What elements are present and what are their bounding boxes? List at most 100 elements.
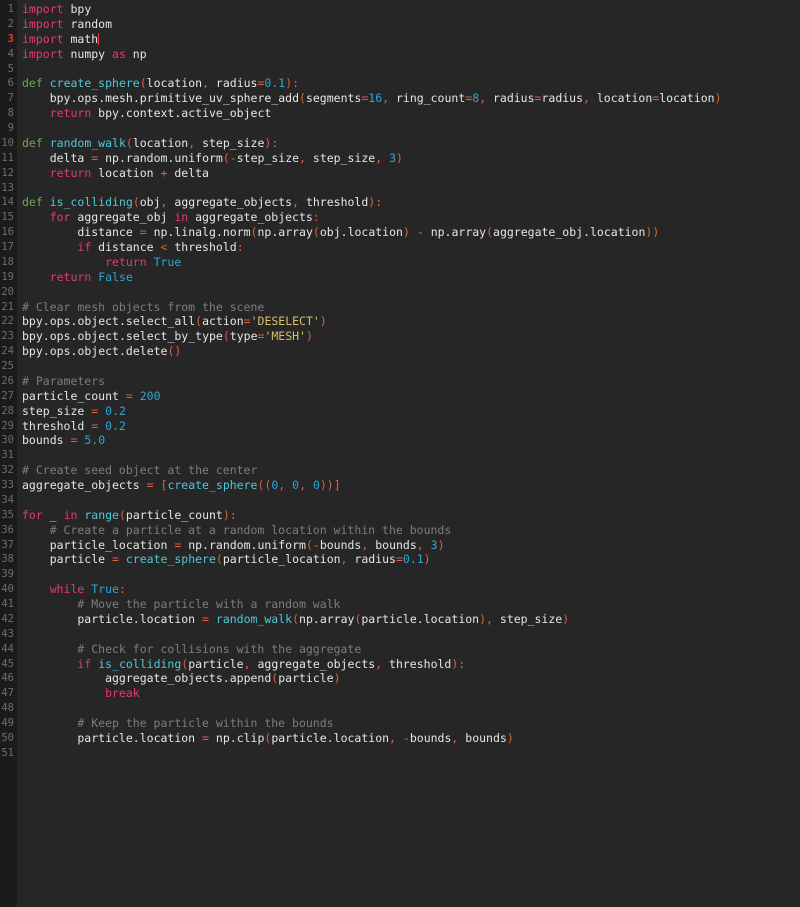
- code-editor[interactable]: 1 import bpy 2 import random 3 import math 4 im…: [0, 0, 800, 907]
- code-line[interactable]: 1 import bpy: [0, 2, 800, 17]
- line-content[interactable]: aggregate_objects = [create_sphere((0, 0…: [17, 478, 800, 493]
- code-line[interactable]: 35 for _ in range(particle_count):: [0, 507, 800, 523]
- line-content[interactable]: # Clear mesh objects from the scene: [17, 300, 800, 315]
- code-line[interactable]: 22 bpy.ops.object.select_all(action='DESE…: [0, 314, 800, 330]
- line-content[interactable]: # Parameters: [17, 374, 800, 389]
- code-line[interactable]: 40 while True:: [0, 582, 800, 597]
- code-line[interactable]: 9: [0, 121, 800, 136]
- code-line[interactable]: 21 # Clear mesh objects from the scene: [0, 299, 800, 315]
- line-content[interactable]: while True:: [17, 582, 800, 597]
- line-content[interactable]: [17, 448, 800, 463]
- code-line[interactable]: 5: [0, 61, 800, 77]
- code-line[interactable]: 37 particle_location = np.random.uniform…: [0, 537, 800, 553]
- code-line[interactable]: 29 threshold = 0.2: [0, 418, 800, 434]
- line-content[interactable]: [17, 493, 800, 508]
- line-content[interactable]: threshold = 0.2: [17, 419, 800, 434]
- line-content[interactable]: return bpy.context.active_object: [17, 106, 800, 121]
- code-line[interactable]: 28 step_size = 0.2: [0, 403, 800, 419]
- code-line[interactable]: 32 # Create seed object at the center: [0, 463, 800, 478]
- code-line[interactable]: 20: [0, 284, 800, 300]
- code-line[interactable]: 10 def random_walk(location, step_size):: [0, 135, 800, 151]
- line-content[interactable]: def random_walk(location, step_size):: [17, 136, 800, 151]
- code-line[interactable]: 23 bpy.ops.object.select_by_type(type='ME…: [0, 329, 800, 345]
- line-content[interactable]: particle.location = random_walk(np.array…: [17, 612, 800, 627]
- code-line[interactable]: 34: [0, 492, 800, 508]
- line-content[interactable]: return False: [17, 270, 800, 285]
- line-content[interactable]: import math: [17, 32, 800, 47]
- line-content[interactable]: bpy.ops.mesh.primitive_uv_sphere_add(seg…: [17, 91, 800, 106]
- code-line[interactable]: 43: [0, 626, 800, 642]
- code-line[interactable]: 27 particle_count = 200: [0, 388, 800, 404]
- line-content[interactable]: particle_location = np.random.uniform(-b…: [17, 538, 800, 553]
- code-line[interactable]: 44 # Check for collisions with the aggre…: [0, 641, 800, 657]
- line-content[interactable]: [17, 285, 800, 300]
- line-content[interactable]: aggregate_objects.append(particle): [17, 671, 800, 686]
- code-line[interactable]: 14 def is_colliding(obj, aggregate_object…: [0, 195, 800, 211]
- line-content[interactable]: [17, 181, 800, 196]
- line-content[interactable]: for aggregate_obj in aggregate_objects:: [17, 210, 800, 225]
- line-content[interactable]: [17, 627, 800, 642]
- code-line[interactable]: 17 if distance < threshold:: [0, 240, 800, 255]
- line-content[interactable]: delta = np.random.uniform(-step_size, st…: [17, 151, 800, 166]
- code-line[interactable]: 51: [0, 745, 800, 761]
- line-content[interactable]: if distance < threshold:: [17, 240, 800, 255]
- code-line[interactable]: 3 import math: [0, 31, 800, 47]
- code-line[interactable]: 12 return location + delta: [0, 165, 800, 181]
- line-content[interactable]: particle_count = 200: [17, 389, 800, 404]
- code-line[interactable]: 19 return False: [0, 269, 800, 285]
- line-content[interactable]: particle.location = np.clip(particle.loc…: [17, 731, 800, 746]
- line-content[interactable]: return True: [17, 255, 800, 270]
- code-line[interactable]: 48: [0, 701, 800, 716]
- line-content[interactable]: [17, 359, 800, 374]
- code-line[interactable]: 6 def create_sphere(location, radius=0.1)…: [0, 76, 800, 92]
- code-line[interactable]: 39: [0, 567, 800, 583]
- code-line[interactable]: 24 bpy.ops.object.delete(): [0, 344, 800, 359]
- code-line[interactable]: 46 aggregate_objects.append(particle): [0, 671, 800, 687]
- line-content[interactable]: step_size = 0.2: [17, 404, 800, 419]
- line-content[interactable]: [17, 746, 800, 761]
- code-line[interactable]: 7 bpy.ops.mesh.primitive_uv_sphere_add(s…: [0, 91, 800, 107]
- line-content[interactable]: import random: [17, 17, 800, 32]
- line-content[interactable]: # Keep the particle within the bounds: [17, 716, 800, 731]
- code-line[interactable]: 18 return True: [0, 254, 800, 270]
- line-content[interactable]: [17, 701, 800, 716]
- code-line[interactable]: 13: [0, 180, 800, 196]
- line-content[interactable]: import numpy as np: [17, 47, 800, 62]
- code-line[interactable]: 31: [0, 448, 800, 464]
- line-content[interactable]: bpy.ops.object.select_all(action='DESELE…: [17, 314, 800, 329]
- code-line[interactable]: 26 # Parameters: [0, 373, 800, 389]
- code-line[interactable]: 33 aggregate_objects = [create_sphere((0,…: [0, 478, 800, 493]
- line-content[interactable]: [17, 567, 800, 582]
- line-content[interactable]: [17, 62, 800, 77]
- code-line[interactable]: 30 bounds = 5.0: [0, 433, 800, 449]
- line-content[interactable]: distance = np.linalg.norm(np.array(obj.l…: [17, 225, 800, 240]
- line-content[interactable]: def is_colliding(obj, aggregate_objects,…: [17, 195, 800, 210]
- code-line[interactable]: 8 return bpy.context.active_object: [0, 106, 800, 121]
- line-content[interactable]: import bpy: [17, 2, 800, 17]
- code-line[interactable]: 38 particle = create_sphere(particle_loc…: [0, 552, 800, 568]
- line-content[interactable]: particle = create_sphere(particle_locati…: [17, 552, 800, 567]
- line-content[interactable]: bounds = 5.0: [17, 433, 800, 448]
- code-line[interactable]: 45 if is_colliding(particle, aggregate_o…: [0, 656, 800, 672]
- line-content[interactable]: # Check for collisions with the aggregat…: [17, 642, 800, 657]
- code-line[interactable]: 16 distance = np.linalg.norm(np.array(ob…: [0, 225, 800, 240]
- code-line[interactable]: 25: [0, 359, 800, 374]
- code-line[interactable]: 41 # Move the particle with a random wal…: [0, 597, 800, 612]
- code-line[interactable]: 36 # Create a particle at a random locat…: [0, 522, 800, 538]
- code-line[interactable]: 15 for aggregate_obj in aggregate_object…: [0, 210, 800, 226]
- line-content[interactable]: bpy.ops.object.delete(): [17, 344, 800, 359]
- code-line[interactable]: 49 # Keep the particle within the bounds: [0, 716, 800, 731]
- line-content[interactable]: [17, 121, 800, 136]
- line-content[interactable]: bpy.ops.object.select_by_type(type='MESH…: [17, 329, 800, 344]
- line-content[interactable]: return location + delta: [17, 166, 800, 181]
- code-line[interactable]: 42 particle.location = random_walk(np.ar…: [0, 611, 800, 627]
- line-content[interactable]: # Create seed object at the center: [17, 463, 800, 478]
- line-content[interactable]: break: [17, 686, 800, 701]
- code-line[interactable]: 2 import random: [0, 16, 800, 32]
- line-content[interactable]: for _ in range(particle_count):: [17, 508, 800, 523]
- code-line[interactable]: 50 particle.location = np.clip(particle.…: [0, 730, 800, 746]
- code-line[interactable]: 11 delta = np.random.uniform(-step_size,…: [0, 150, 800, 166]
- line-content[interactable]: # Move the particle with a random walk: [17, 597, 800, 612]
- code-line[interactable]: 47 break: [0, 686, 800, 702]
- code-line[interactable]: 4 import numpy as np: [0, 46, 800, 62]
